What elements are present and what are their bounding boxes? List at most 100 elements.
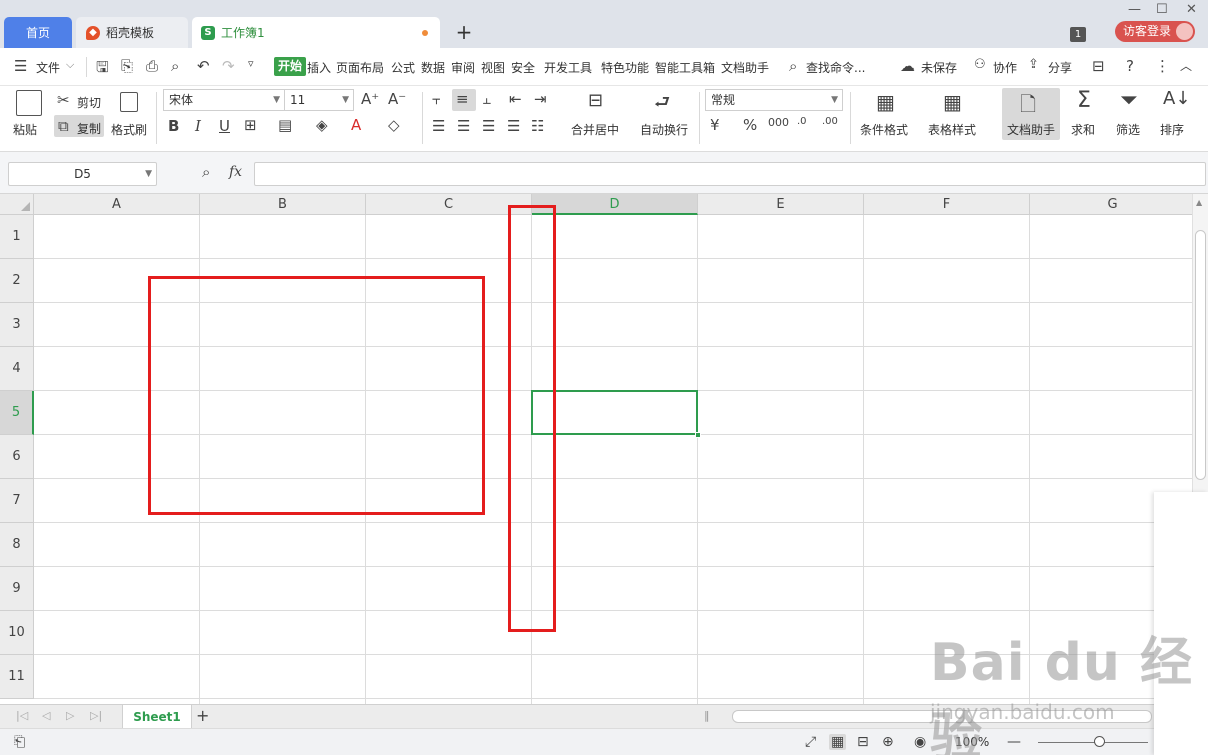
- paste-icon[interactable]: [16, 90, 42, 116]
- row-header-7[interactable]: 7: [0, 479, 34, 523]
- wrap-text-button[interactable]: 自动换行: [640, 121, 688, 138]
- format-painter-button[interactable]: 格式刷: [111, 121, 147, 138]
- row-header-5[interactable]: 5: [0, 391, 34, 435]
- tab-template[interactable]: ◆ 稻壳模板: [76, 17, 188, 48]
- menu-view[interactable]: 视图: [481, 59, 505, 76]
- normal-view-icon[interactable]: ▦: [829, 734, 847, 750]
- decrease-font-icon[interactable]: A⁻: [388, 90, 406, 108]
- zoom-slider-knob[interactable]: [1094, 736, 1105, 747]
- indent-icon[interactable]: ⇥: [534, 90, 547, 108]
- font-size-select[interactable]: 11 ▼: [284, 89, 354, 111]
- column-header-g[interactable]: G: [1030, 194, 1192, 215]
- fill-handle[interactable]: [695, 432, 701, 438]
- italic-icon[interactable]: I: [195, 117, 201, 135]
- share-button[interactable]: 分享: [1048, 59, 1072, 76]
- percent-icon[interactable]: %: [743, 116, 757, 134]
- align-top-icon[interactable]: ⫟: [432, 90, 441, 108]
- close-button[interactable]: ✕: [1186, 2, 1197, 17]
- menu-data[interactable]: 数据: [421, 59, 445, 76]
- name-box[interactable]: D5 ▼: [8, 162, 157, 186]
- page-break-view-icon[interactable]: ⊟: [857, 734, 869, 750]
- window-count-badge[interactable]: 1: [1070, 27, 1086, 42]
- increase-font-icon[interactable]: A⁺: [361, 90, 379, 108]
- border-icon[interactable]: ⊞: [244, 116, 257, 134]
- row-header-6[interactable]: 6: [0, 435, 34, 479]
- sort-button[interactable]: 排序: [1160, 121, 1184, 138]
- menu-start[interactable]: 开始: [274, 57, 307, 76]
- conditional-format-button[interactable]: 条件格式: [860, 121, 908, 138]
- row-header-10[interactable]: 10: [0, 611, 34, 655]
- export-icon[interactable]: ⎘: [121, 57, 133, 75]
- toolbar-settings-icon[interactable]: ⊟: [1092, 57, 1105, 75]
- formula-input[interactable]: [254, 162, 1206, 186]
- select-all-button[interactable]: [0, 194, 34, 215]
- decrease-decimal-icon[interactable]: .00: [822, 116, 838, 127]
- sheet-tab-sheet1[interactable]: Sheet1: [122, 705, 192, 729]
- add-sheet-button[interactable]: +: [196, 706, 209, 725]
- zoom-slider[interactable]: [1038, 742, 1148, 743]
- menu-formula[interactable]: 公式: [391, 59, 415, 76]
- vertical-scroll-thumb[interactable]: [1195, 230, 1206, 480]
- selected-cell-d5[interactable]: [531, 390, 698, 435]
- zoom-level[interactable]: 100%: [955, 735, 989, 749]
- function-button[interactable]: fx: [229, 164, 242, 180]
- paste-button[interactable]: 粘贴: [13, 121, 37, 138]
- row-header-11[interactable]: 11: [0, 655, 34, 699]
- column-header-a[interactable]: A: [34, 194, 200, 215]
- thousands-icon[interactable]: 000: [768, 116, 789, 129]
- align-left-icon[interactable]: ☰: [432, 117, 445, 135]
- align-right-icon[interactable]: ☰: [482, 117, 495, 135]
- font-name-select[interactable]: 宋体 ▼: [163, 89, 285, 111]
- first-sheet-icon[interactable]: |◁: [16, 709, 28, 722]
- menu-doc-assistant[interactable]: 文档助手: [721, 59, 769, 76]
- horizontal-scroll-thumb[interactable]: [732, 710, 1152, 723]
- outdent-icon[interactable]: ⇤: [509, 90, 522, 108]
- print-icon[interactable]: ⎙: [146, 57, 158, 75]
- scroll-up-icon[interactable]: ▲: [1196, 198, 1202, 207]
- collab-button[interactable]: 协作: [993, 59, 1017, 76]
- help-icon[interactable]: ?: [1126, 57, 1134, 75]
- menu-smart-toolbox[interactable]: 智能工具箱: [655, 59, 715, 76]
- last-sheet-icon[interactable]: ▷|: [90, 709, 102, 722]
- macro-record-icon[interactable]: ⎗: [14, 734, 25, 750]
- minimize-button[interactable]: —: [1128, 2, 1141, 17]
- row-header-1[interactable]: 1: [0, 215, 34, 259]
- undo-icon[interactable]: ↶: [197, 57, 210, 75]
- increase-decimal-icon[interactable]: .0: [797, 116, 807, 127]
- more-icon[interactable]: ⋮: [1155, 57, 1170, 75]
- column-header-e[interactable]: E: [698, 194, 864, 215]
- menu-review[interactable]: 审阅: [451, 59, 475, 76]
- number-format-select[interactable]: 常规 ▼: [705, 89, 843, 111]
- guest-login-button[interactable]: 访客登录: [1115, 21, 1195, 42]
- next-sheet-icon[interactable]: ▷: [66, 709, 74, 722]
- row-header-2[interactable]: 2: [0, 259, 34, 303]
- sum-button[interactable]: 求和: [1071, 121, 1095, 138]
- new-tab-button[interactable]: +: [454, 21, 474, 45]
- hscroll-split-icon[interactable]: ‖: [704, 709, 710, 722]
- currency-icon[interactable]: ¥: [710, 116, 720, 134]
- reading-mode-icon[interactable]: ⊕: [882, 734, 894, 750]
- collapse-ribbon-icon[interactable]: ︿: [1180, 57, 1192, 74]
- row-header-8[interactable]: 8: [0, 523, 34, 567]
- hamburger-icon[interactable]: ☰: [14, 57, 27, 75]
- underline-icon[interactable]: U: [219, 117, 230, 135]
- prev-sheet-icon[interactable]: ◁: [42, 709, 50, 722]
- menu-developer[interactable]: 开发工具: [544, 59, 592, 76]
- align-center-icon[interactable]: ☰: [457, 117, 470, 135]
- filter-button[interactable]: 筛选: [1116, 121, 1140, 138]
- justify-icon[interactable]: ☰: [507, 117, 520, 135]
- distributed-icon[interactable]: ☷: [531, 117, 544, 135]
- zoom-formula-icon[interactable]: ⌕: [202, 163, 210, 181]
- print-preview-icon[interactable]: ⌕: [171, 57, 179, 75]
- column-header-f[interactable]: F: [864, 194, 1030, 215]
- format-painter-icon[interactable]: [120, 92, 138, 112]
- menu-security[interactable]: 安全: [511, 59, 535, 76]
- cell-fill-icon[interactable]: ▤: [278, 116, 292, 134]
- column-header-b[interactable]: B: [200, 194, 366, 215]
- tab-home[interactable]: 首页: [4, 17, 72, 48]
- tab-workbook[interactable]: S 工作簿1: [192, 17, 440, 48]
- quick-access-dropdown-icon[interactable]: ▿: [248, 57, 254, 70]
- clear-format-icon[interactable]: ◇: [388, 116, 400, 134]
- font-color-icon[interactable]: A: [351, 116, 361, 134]
- table-style-button[interactable]: 表格样式: [928, 121, 976, 138]
